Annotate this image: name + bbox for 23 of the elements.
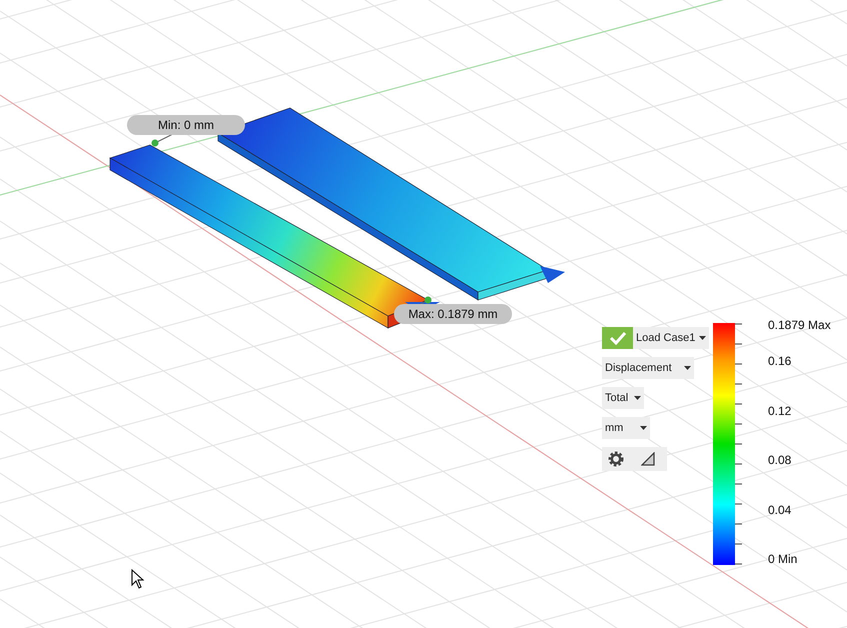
min-point-marker xyxy=(152,140,158,146)
caret-icon xyxy=(684,366,691,370)
scale-label: 0.04 xyxy=(768,502,792,516)
scale-label: 0.16 xyxy=(768,354,792,368)
result-label: Min: 0 mm xyxy=(127,115,245,135)
settings-icon[interactable] xyxy=(607,450,625,468)
max-point-marker xyxy=(424,296,432,304)
check-icon xyxy=(608,331,626,345)
scale-label: 0 Min xyxy=(768,552,798,566)
scale-label: 0.08 xyxy=(768,453,792,467)
dropdown[interactable]: mm xyxy=(602,417,650,439)
scale-label: 0.1879 Max xyxy=(768,318,831,332)
triangle-icon[interactable] xyxy=(641,452,655,466)
load-case-dropdown[interactable]: Load Case1 xyxy=(633,327,710,349)
caret-icon xyxy=(699,336,706,340)
dropdown[interactable]: Displacement xyxy=(602,357,694,379)
scale-label: 0.12 xyxy=(768,404,792,418)
caret-icon xyxy=(634,396,641,400)
dropdown[interactable]: Total xyxy=(602,387,644,409)
cursor-icon xyxy=(131,569,145,589)
result-label: Max: 0.1879 mm xyxy=(394,304,512,324)
checkbox[interactable] xyxy=(602,327,633,349)
caret-icon xyxy=(640,426,647,430)
